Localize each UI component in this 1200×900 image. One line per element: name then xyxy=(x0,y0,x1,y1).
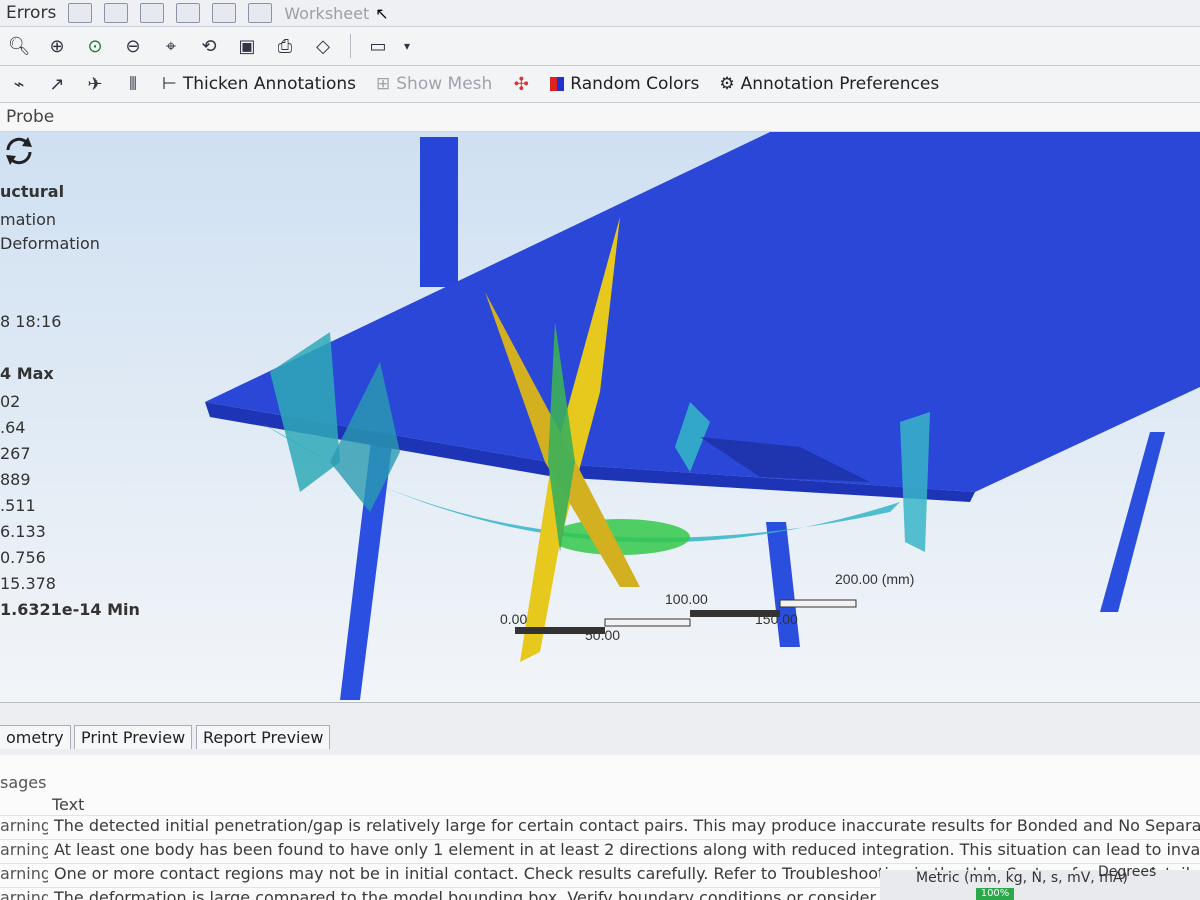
table-leg-middle xyxy=(766,522,800,647)
label-tool-icon[interactable]: ↗ xyxy=(42,70,72,98)
message-text: At least one body has been found to have… xyxy=(54,840,1200,859)
palette-icon[interactable] xyxy=(248,3,273,23)
random-colors-label: Random Colors xyxy=(570,74,700,94)
annotation-preferences-button[interactable]: ⚙ Annotation Preferences xyxy=(719,74,939,94)
legend-line: uctural xyxy=(0,182,65,201)
message-type: arning xyxy=(0,888,48,900)
tab-print-preview[interactable]: Print Preview xyxy=(74,725,193,749)
legend-line: 02 xyxy=(0,392,21,411)
scale-tick-50: 50.00 xyxy=(585,627,620,643)
unit-system[interactable]: Metric (mm, kg, N, s, mV, mA) xyxy=(916,870,1128,886)
shard-left-1 xyxy=(270,332,340,492)
legend-min: 1.6321e-14 Min xyxy=(0,600,140,619)
tag-icon[interactable]: ◇ xyxy=(308,32,338,60)
model-render: 0.00 50.00 100.00 150.00 200.00 (mm) xyxy=(205,132,1200,700)
zoom-box-icon[interactable]: ⊕ xyxy=(42,32,72,60)
graphics-viewport[interactable]: 0.00 50.00 100.00 150.00 200.00 (mm) uct… xyxy=(0,132,1200,702)
preferences-icon: ⚙ xyxy=(719,74,735,94)
battery-indicator: 100% xyxy=(976,888,1014,900)
zoom-out-icon[interactable]: ⊖ xyxy=(118,32,148,60)
tab-geometry[interactable]: ometry xyxy=(0,725,71,749)
message-type: arning xyxy=(0,840,48,859)
window-layout-icon[interactable]: ▭ xyxy=(363,32,393,60)
toolbar-divider xyxy=(350,34,351,58)
legend-line: .64 xyxy=(0,418,26,437)
table-leg-right xyxy=(1100,432,1165,612)
align-icon[interactable]: ⫴ xyxy=(118,70,148,98)
graph-icon[interactable] xyxy=(140,3,165,23)
messages-title: sages xyxy=(0,773,47,792)
probe-tool-icon[interactable]: ⌁ xyxy=(4,70,34,98)
message-type: arning xyxy=(0,816,48,835)
legend-line: 15.378 xyxy=(0,574,56,593)
annotation-preferences-label: Annotation Preferences xyxy=(740,74,940,94)
scale-seg-2 xyxy=(604,618,691,627)
scale-seg-4 xyxy=(779,599,857,608)
table-row[interactable]: arning At least one body has been found … xyxy=(0,839,1200,864)
table-row[interactable]: arning The detected initial penetration/… xyxy=(0,815,1200,840)
view-tabs: ometry Print Preview Report Preview xyxy=(0,702,1200,755)
scale-tick-150: 150.00 xyxy=(755,611,798,627)
message-type: arning xyxy=(0,864,48,883)
cursor-icon[interactable]: ↖ xyxy=(375,4,389,23)
scale-bar: 0.00 50.00 100.00 150.00 200.00 (mm) xyxy=(500,571,914,643)
mesh-icon: ⊞ xyxy=(376,74,391,94)
tree-icon[interactable] xyxy=(176,3,201,23)
shard-right xyxy=(900,412,930,552)
rotate-view-icon[interactable]: ⟲ xyxy=(194,32,224,60)
legend-line: mation xyxy=(0,210,57,229)
probe-bar: Probe xyxy=(0,103,1200,132)
legend-line: 889 xyxy=(0,470,31,489)
column-header-text[interactable]: Text xyxy=(52,795,84,814)
probe-label[interactable]: Probe xyxy=(6,107,54,127)
iso-view-icon[interactable]: ⌖ xyxy=(156,32,186,60)
legend-line: 267 xyxy=(0,444,31,463)
random-colors-button[interactable]: Random Colors xyxy=(550,74,699,94)
legend-line: 6.133 xyxy=(0,522,46,541)
legend-line: 0.756 xyxy=(0,548,46,567)
show-mesh-label: Show Mesh xyxy=(396,74,493,94)
errors-menu[interactable]: Errors xyxy=(0,3,62,23)
random-colors-icon xyxy=(550,77,565,91)
show-mesh-button[interactable]: ⊞ Show Mesh xyxy=(376,74,492,94)
scale-tick-0: 0.00 xyxy=(500,611,527,627)
axis-triad-icon[interactable]: ✣ xyxy=(506,70,536,98)
message-text: The detected initial penetration/gap is … xyxy=(54,816,1200,835)
menu-bar: Errors Worksheet ↖ xyxy=(0,0,1200,27)
rotate-cursor-icon xyxy=(6,137,32,165)
scale-tick-200: 200.00 (mm) xyxy=(835,571,914,587)
text-a-icon[interactable] xyxy=(212,3,237,23)
clamp-post xyxy=(420,137,458,287)
view-toolbar: 🔍︎ ⊕ ⊙ ⊖ ⌖ ⟲ ▣ ⎙ ◇ ▭ ▾ xyxy=(0,27,1200,66)
chart-icon[interactable] xyxy=(104,3,129,23)
tab-report-preview[interactable]: Report Preview xyxy=(196,725,331,749)
angle-units[interactable]: Degrees xyxy=(1098,864,1156,880)
chevron-down-icon[interactable]: ▾ xyxy=(401,32,413,60)
scale-tick-100: 100.00 xyxy=(665,591,708,607)
zoom-icon[interactable]: 🔍︎ xyxy=(4,32,34,60)
legend-line: Deformation xyxy=(0,234,100,253)
thicken-annotations-button[interactable]: ⊢ Thicken Annotations xyxy=(162,74,356,94)
legend-line: 8 18:16 xyxy=(0,312,62,331)
zoom-fit-icon[interactable]: ⊙ xyxy=(80,32,110,60)
legend-max: 4 Max xyxy=(0,364,54,383)
app-window: Errors Worksheet ↖ 🔍︎ ⊕ ⊙ ⊖ ⌖ ⟲ ▣ ⎙ ◇ ▭ … xyxy=(0,0,1200,900)
legend-line: .511 xyxy=(0,496,36,515)
viewport-icon[interactable]: ▣ xyxy=(232,32,262,60)
annotation-toolbar: ⌁ ↗ ✈ ⫴ ⊢ Thicken Annotations ⊞ Show Mes… xyxy=(0,66,1200,103)
thicken-icon: ⊢ xyxy=(162,74,177,94)
book-icon[interactable] xyxy=(68,3,93,23)
print-icon[interactable]: ⎙ xyxy=(270,32,300,60)
status-bar: Metric (mm, kg, N, s, mV, mA) Degrees 10… xyxy=(880,864,1200,900)
thicken-annotations-label: Thicken Annotations xyxy=(182,74,356,94)
pin-icon[interactable]: ✈ xyxy=(80,70,110,98)
worksheet-button[interactable]: Worksheet xyxy=(284,4,369,23)
